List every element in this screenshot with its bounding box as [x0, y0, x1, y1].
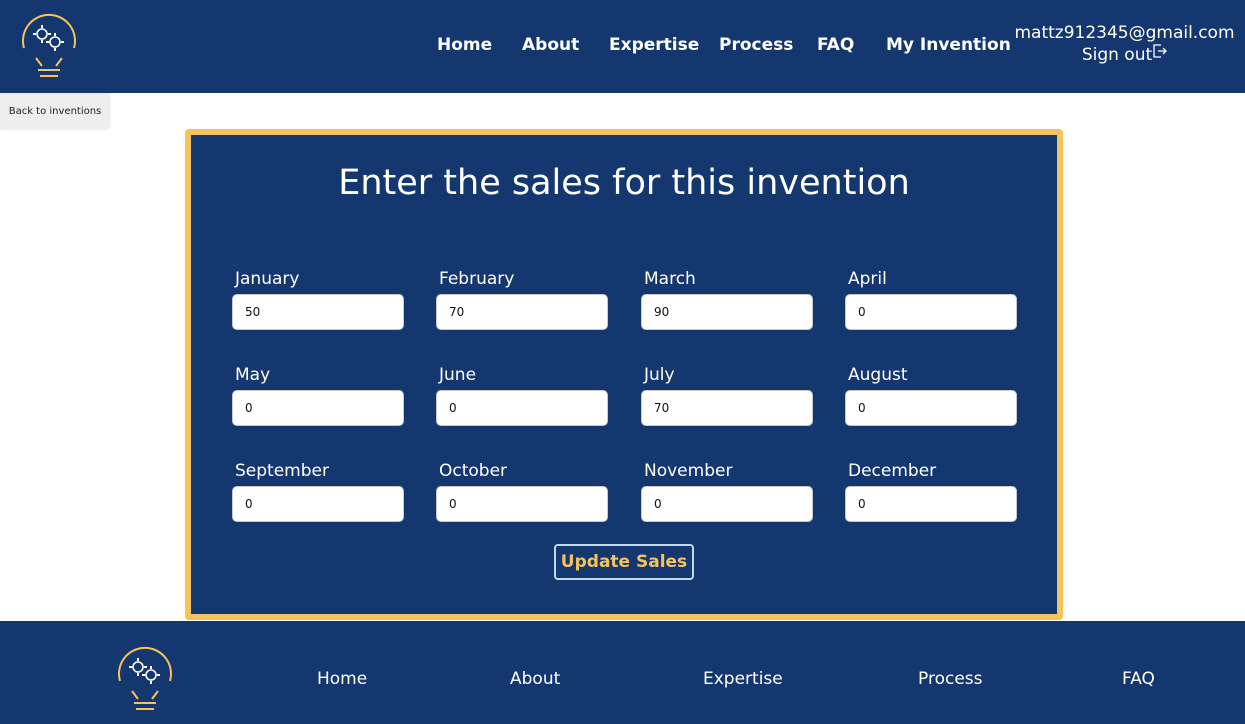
month-field-april: April	[845, 268, 1017, 330]
month-label: February	[439, 269, 515, 289]
month-input-october[interactable]	[436, 486, 608, 522]
month-field-december: December	[845, 460, 1017, 522]
month-input-march[interactable]	[641, 294, 813, 330]
month-label: October	[439, 461, 508, 481]
nav-process[interactable]: Process	[719, 35, 793, 55]
month-label: September	[235, 461, 329, 481]
month-label: July	[644, 365, 675, 385]
footer-nav-expertise[interactable]: Expertise	[703, 669, 783, 689]
site-footer: Home About Expertise Process FAQ	[0, 621, 1245, 724]
footer-nav-process[interactable]: Process	[918, 669, 983, 689]
month-label: January	[235, 269, 300, 289]
month-input-january[interactable]	[232, 294, 404, 330]
sign-out-label: Sign out	[1081, 45, 1153, 65]
month-label: March	[644, 269, 696, 289]
site-header: Home About Expertise Process FAQ My Inve…	[0, 0, 1245, 93]
lightbulb-gears-logo[interactable]	[114, 643, 176, 713]
month-field-may: May	[232, 364, 404, 426]
update-sales-button[interactable]: Update Sales	[554, 544, 694, 580]
month-field-october: October	[436, 460, 608, 522]
month-input-june[interactable]	[436, 390, 608, 426]
sales-form-card: Enter the sales for this invention Janua…	[185, 129, 1063, 620]
month-label: June	[439, 365, 477, 385]
nav-my-invention[interactable]: My Invention	[886, 35, 1011, 55]
month-input-august[interactable]	[845, 390, 1017, 426]
nav-expertise[interactable]: Expertise	[609, 35, 699, 55]
month-field-november: November	[641, 460, 813, 522]
month-field-february: February	[436, 268, 608, 330]
footer-nav-about[interactable]: About	[510, 669, 560, 689]
month-input-december[interactable]	[845, 486, 1017, 522]
footer-nav-home[interactable]: Home	[317, 669, 367, 689]
month-input-april[interactable]	[845, 294, 1017, 330]
back-to-inventions-button[interactable]: Back to inventions	[0, 93, 110, 129]
month-field-january: January	[232, 268, 404, 330]
month-input-november[interactable]	[641, 486, 813, 522]
month-input-july[interactable]	[641, 390, 813, 426]
month-field-september: September	[232, 460, 404, 522]
nav-faq[interactable]: FAQ	[817, 35, 854, 55]
main-nav: Home About Expertise Process FAQ My Inve…	[0, 35, 1011, 57]
month-input-may[interactable]	[232, 390, 404, 426]
sign-out-icon	[1153, 44, 1168, 58]
month-label: May	[235, 365, 271, 385]
month-field-july: July	[641, 364, 813, 426]
month-label: November	[644, 461, 733, 481]
month-field-june: June	[436, 364, 608, 426]
user-email: mattz912345@gmail.com	[1014, 23, 1235, 43]
footer-nav-faq[interactable]: FAQ	[1122, 669, 1155, 689]
month-field-march: March	[641, 268, 813, 330]
sign-out-link[interactable]: Sign out	[1081, 44, 1168, 66]
month-input-september[interactable]	[232, 486, 404, 522]
month-input-february[interactable]	[436, 294, 608, 330]
month-label: August	[848, 365, 908, 385]
month-label: December	[848, 461, 937, 481]
account-area: mattz912345@gmail.com Sign out	[1012, 22, 1237, 66]
form-title: Enter the sales for this invention	[338, 163, 910, 203]
month-label: April	[848, 269, 887, 289]
nav-home[interactable]: Home	[437, 35, 492, 55]
month-field-august: August	[845, 364, 1017, 426]
nav-about[interactable]: About	[522, 35, 579, 55]
